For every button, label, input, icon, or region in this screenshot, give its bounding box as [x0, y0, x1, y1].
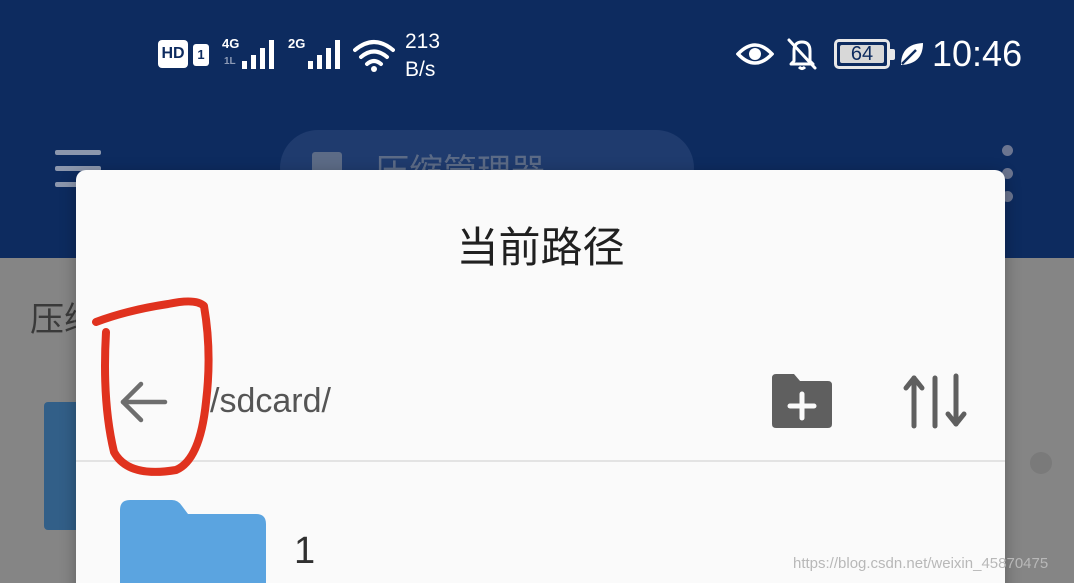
sort-icon[interactable]: [902, 368, 968, 434]
network-speed-value: 213: [405, 30, 441, 53]
arrow-left-icon[interactable]: [111, 370, 175, 434]
background-dot: [1030, 452, 1052, 474]
battery-level: 64: [850, 43, 874, 65]
screen: HD 1 4G 1L 2G 213 B/s 64 10:46 压缩 当前路径 /…: [0, 0, 1074, 583]
path-picker-dialog: 当前路径 /sdcard/ 1: [76, 170, 1005, 583]
network-speed-unit: B/s: [405, 58, 436, 81]
status-clock: 10:46: [932, 33, 1023, 74]
bell-off-icon: [787, 38, 817, 70]
signal-2g-icon: [308, 40, 340, 69]
create-folder-icon[interactable]: [770, 372, 834, 430]
watermark: https://blog.csdn.net/weixin_45870475: [793, 555, 1049, 572]
current-path: /sdcard/: [210, 382, 331, 420]
list-item-label: 1: [294, 530, 316, 572]
status-bar: HD 1 4G 1L 2G 213 B/s 64 10:46: [0, 0, 1074, 110]
dialog-title: 当前路径: [456, 223, 625, 272]
path-row: /sdcard/: [76, 350, 1005, 460]
divider: [76, 460, 1005, 462]
network-type-2g: 2G: [288, 36, 306, 51]
network-type-4g: 4G: [222, 36, 240, 51]
signal-4g-icon: [242, 40, 274, 69]
eye-icon: [736, 43, 774, 65]
eco-leaf-icon: [901, 43, 923, 65]
network-sub-label: 1L: [224, 56, 236, 67]
folder-icon: [120, 500, 266, 583]
hd-sim-badge: 1: [193, 44, 209, 66]
wifi-icon: [353, 40, 395, 72]
battery-icon: 64: [834, 39, 895, 69]
network-speed: 213 B/s: [405, 28, 440, 84]
hd-volte-icon: HD: [158, 40, 188, 68]
